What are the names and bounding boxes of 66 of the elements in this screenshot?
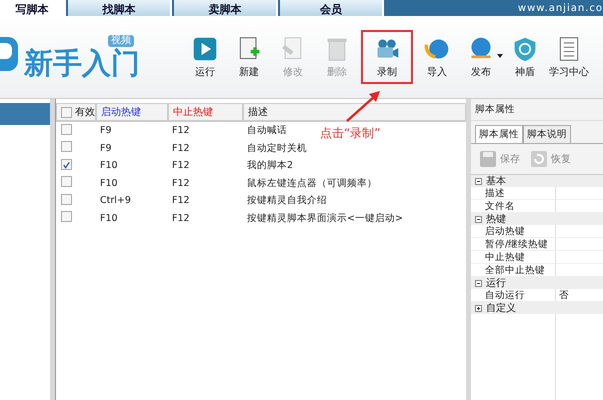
- table-cell-text: F12: [171, 178, 191, 189]
- property-name: 暂停/继续热键: [485, 238, 556, 250]
- toolbar-button[interactable]: 运行: [185, 32, 225, 82]
- table-cell-text: 自动定时关机: [246, 142, 307, 155]
- table-cell-text: 自动喊话: [246, 124, 287, 138]
- table-cell-text: 鼠标左键连点器（可调频率）: [246, 176, 377, 190]
- table-cell-text: F9: [99, 142, 113, 154]
- collapse-icon[interactable]: [475, 216, 482, 222]
- top-tab[interactable]: 卖脚本: [174, 0, 278, 16]
- toolbar-button[interactable]: 新建: [229, 32, 269, 82]
- panel-tab[interactable]: 脚本说明: [523, 125, 571, 143]
- table-cell-text: F9: [99, 125, 113, 136]
- column-header[interactable]: 中止热键: [168, 103, 243, 121]
- property-name: 描述: [485, 187, 556, 199]
- table-cell-text: F10: [99, 212, 119, 224]
- column-header[interactable]: 有效: [56, 103, 96, 121]
- property-group: 热键: [486, 212, 506, 226]
- collapse-icon[interactable]: [475, 280, 482, 286]
- panel-tab[interactable]: 脚本属性: [475, 125, 523, 143]
- column-header[interactable]: 启动热键: [96, 103, 168, 121]
- row-checkbox[interactable]: [61, 176, 72, 188]
- property-group: 运行: [486, 276, 506, 290]
- table-cell-text: F12: [171, 160, 191, 172]
- toolbar-button[interactable]: 录制: [361, 30, 413, 84]
- toolbar-button[interactable]: 发布: [461, 32, 501, 82]
- play-icon: [192, 36, 218, 62]
- undo-icon: [530, 150, 548, 168]
- property-group: 基本: [486, 174, 506, 188]
- property-name: 自动运行: [485, 289, 556, 301]
- table-cell-text: F12: [171, 142, 191, 154]
- property-name: 文件名: [485, 200, 556, 212]
- row-checkbox[interactable]: [61, 124, 72, 135]
- table-cell-text: 按键精灵脚本界面演示<一键启动>: [246, 212, 403, 225]
- annotation-arrow: [345, 90, 381, 122]
- property-name: 全部中止热键: [485, 264, 556, 276]
- property-name: 启动热键: [485, 225, 556, 237]
- column-header[interactable]: 描述: [243, 103, 466, 121]
- row-checkbox[interactable]: [61, 211, 72, 222]
- table-cell-text: F10: [99, 178, 119, 189]
- toolbar-button[interactable]: 导入: [417, 32, 457, 82]
- table-cell-text: Ctrl+9: [99, 195, 132, 206]
- table-cell-text: 我的脚本2: [246, 159, 294, 172]
- top-tab[interactable]: 找脚本: [68, 0, 172, 16]
- panel-title: 脚本属性: [471, 99, 603, 121]
- annotation-text: 点击“录制”: [320, 125, 380, 142]
- shield-icon: [512, 36, 538, 62]
- row-checkbox[interactable]: [61, 159, 72, 170]
- table-cell-text: F12: [171, 125, 191, 136]
- toolbar-button[interactable]: 学习中心: [549, 32, 589, 82]
- property-group: 自定义: [486, 301, 516, 315]
- property-name: 中止热键: [485, 251, 556, 263]
- table-cell-text: 按键精灵自我介绍: [246, 194, 327, 208]
- site-url: www.anjian.co: [518, 2, 603, 14]
- top-tab[interactable]: 写脚本: [0, 0, 66, 16]
- caret-icon: [497, 54, 503, 58]
- table-cell-text: F10: [99, 160, 119, 172]
- property-value[interactable]: 否: [556, 289, 603, 301]
- select-all-checkbox[interactable]: [61, 106, 72, 118]
- row-checkbox[interactable]: [61, 141, 72, 152]
- expand-icon[interactable]: [475, 304, 482, 312]
- collapse-icon[interactable]: [475, 178, 482, 184]
- table-cell-text: F12: [171, 212, 191, 224]
- row-checkbox[interactable]: [61, 194, 72, 205]
- top-tab[interactable]: 会员: [280, 0, 384, 16]
- table-cell-text: F12: [171, 195, 191, 206]
- toolbar-button[interactable]: 神盾: [505, 32, 545, 82]
